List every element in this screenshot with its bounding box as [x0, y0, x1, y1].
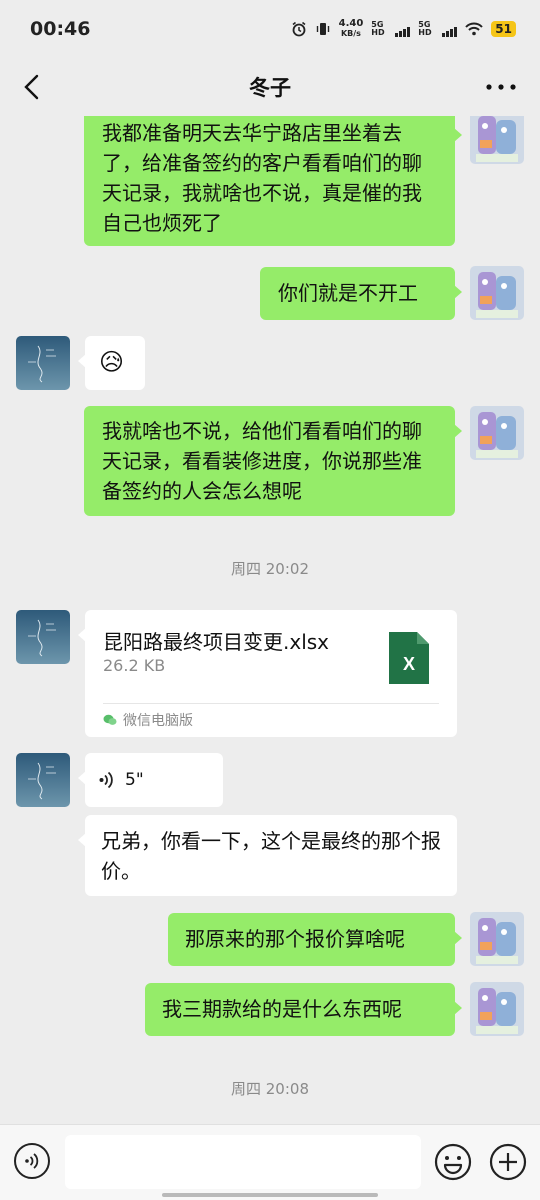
message-text: 你们就是不开工: [278, 281, 418, 305]
more-dots-icon[interactable]: [484, 72, 518, 102]
my-avatar[interactable]: [470, 912, 524, 966]
message-input[interactable]: [65, 1135, 421, 1189]
signal-bars-icon: [395, 27, 411, 37]
contact-avatar[interactable]: [16, 336, 70, 390]
svg-text:X: X: [403, 654, 415, 674]
net-speed: 4.40 KB/s: [339, 19, 364, 39]
message-bubble-right[interactable]: 我三期款给的是什么东西呢: [145, 983, 462, 1036]
status-time: 00:46: [30, 18, 91, 40]
message-text: 那原来的那个报价算啥呢: [185, 927, 405, 951]
voice-wave-icon: [99, 771, 113, 789]
my-avatar[interactable]: [470, 266, 524, 320]
divider: [103, 703, 439, 704]
contact-avatar[interactable]: [16, 610, 70, 664]
chevron-left-icon[interactable]: [18, 72, 48, 102]
timestamp: 周四 20:08: [231, 1080, 309, 1098]
contact-avatar[interactable]: [16, 753, 70, 807]
voice-duration: 5": [125, 770, 144, 790]
signal-sim2: 5G HD: [418, 20, 458, 37]
signal-bars-icon: [442, 27, 458, 37]
plus-icon[interactable]: [489, 1143, 527, 1181]
status-icons: 4.40 KB/s 5G HD 5G HD 51: [291, 19, 516, 39]
home-indicator[interactable]: [162, 1193, 378, 1197]
status-bar: 00:46 4.40 KB/s 5G HD 5G HD 51: [0, 0, 540, 58]
file-source: 微信电脑版: [103, 710, 193, 730]
message-text: 兄弟，你看一下，这个是最终的那个报价。: [101, 829, 441, 883]
file-source-label: 微信电脑版: [123, 713, 193, 729]
battery-indicator: 51: [491, 21, 516, 37]
wechat-icon: [103, 714, 117, 725]
message-bubble-left[interactable]: 兄弟，你看一下，这个是最终的那个报价。: [78, 815, 457, 896]
chat-title: 冬子: [249, 76, 291, 100]
sim1-label: 5G HD: [371, 20, 385, 37]
message-text: 我就啥也不说，给他们看看咱们的聊天记录，看看装修进度，你说那些准备签约的人会怎么…: [102, 419, 422, 503]
voice-input-icon[interactable]: [14, 1143, 50, 1179]
sim2-label: 5G HD: [418, 20, 432, 37]
crying-face-emoji: 😥: [99, 348, 125, 376]
file-name: 昆阳路最终项目变更.xlsx: [103, 630, 330, 654]
message-text: 我都准备明天去华宁路店里坐着去了，给准备签约的客户看看咱们的聊天记录，我就啥也不…: [102, 121, 422, 235]
file-message-card[interactable]: 昆阳路最终项目变更.xlsx 26.2 KB X 微信电脑版: [78, 610, 457, 737]
input-bar: [0, 1124, 540, 1200]
wifi-icon: [465, 22, 484, 36]
my-avatar[interactable]: [470, 116, 524, 164]
net-speed-unit: KB/s: [340, 29, 361, 38]
excel-file-icon: X: [389, 632, 429, 684]
message-bubble-right[interactable]: 我就啥也不说，给他们看看咱们的聊天记录，看看装修进度，你说那些准备签约的人会怎么…: [84, 406, 462, 516]
message-bubble-right[interactable]: 那原来的那个报价算啥呢: [168, 913, 462, 966]
message-text: 我三期款给的是什么东西呢: [162, 997, 402, 1021]
signal-sim1: 5G HD: [371, 20, 411, 37]
vibrate-icon: [316, 23, 329, 35]
timestamp: 周四 20:02: [231, 560, 309, 578]
message-bubble-left[interactable]: 😥: [78, 336, 145, 390]
message-bubble-right[interactable]: 我都准备明天去华宁路店里坐着去了，给准备签约的客户看看咱们的聊天记录，我就啥也不…: [84, 116, 462, 246]
voice-message-bubble[interactable]: 5": [78, 753, 223, 807]
file-size: 26.2 KB: [103, 656, 166, 675]
alarm-icon: [292, 21, 306, 37]
my-avatar[interactable]: [470, 406, 524, 460]
my-avatar[interactable]: [470, 982, 524, 1036]
emoji-icon[interactable]: [434, 1143, 472, 1181]
chat-header: 冬子: [0, 58, 540, 116]
message-bubble-right[interactable]: 你们就是不开工: [260, 267, 462, 320]
net-speed-value: 4.40: [338, 18, 364, 29]
chat-messages[interactable]: 我都准备明天去华宁路店里坐着去了，给准备签约的客户看看咱们的聊天记录，我就啥也不…: [0, 116, 540, 1124]
